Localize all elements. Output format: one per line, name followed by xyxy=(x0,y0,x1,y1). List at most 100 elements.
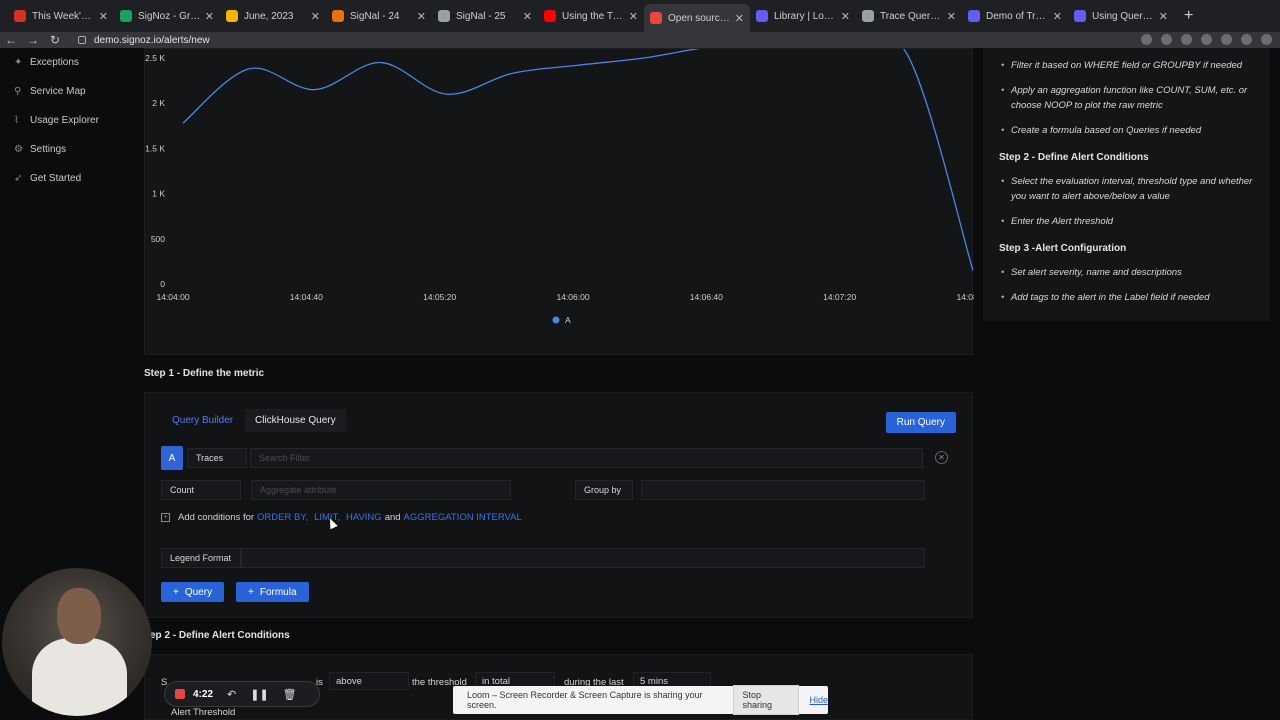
browser-tab[interactable]: SigNal - 25 ✕ xyxy=(432,4,538,28)
extension-icon[interactable] xyxy=(1181,34,1192,45)
new-tab-icon[interactable]: + xyxy=(1184,7,1193,25)
expand-conditions-icon[interactable]: + xyxy=(161,513,170,522)
browser-tab[interactable]: Library | Loom ✕ xyxy=(750,4,856,28)
legend-marker xyxy=(552,316,560,324)
tab-close-icon[interactable]: ✕ xyxy=(417,10,426,23)
screen-share-banner: Loom – Screen Recorder & Screen Capture … xyxy=(453,685,828,715)
chart-icon: ⌇ xyxy=(14,115,19,126)
threshold-op-select[interactable]: above xyxy=(329,672,409,690)
browser-tab[interactable]: Using the Trace ✕ xyxy=(538,4,644,28)
extension-icon[interactable] xyxy=(1201,34,1212,45)
browser-tab[interactable]: Open source Ob ✕ xyxy=(644,4,750,32)
tab-favicon-icon xyxy=(968,10,980,22)
hide-link[interactable]: Hide xyxy=(809,695,828,705)
extension-icon[interactable] xyxy=(1141,34,1152,45)
having-link[interactable]: HAVING xyxy=(346,512,382,523)
legend-format-input[interactable] xyxy=(241,548,925,568)
aggregate-attribute-input[interactable]: Aggregate attribute xyxy=(251,480,511,500)
stop-recording-icon[interactable] xyxy=(175,689,185,699)
tab-label: Library | Loom xyxy=(774,10,837,22)
tab-close-icon[interactable]: ✕ xyxy=(205,10,214,23)
run-query-button[interactable]: Run Query xyxy=(885,412,956,433)
tab-close-icon[interactable]: ✕ xyxy=(629,10,638,23)
extension-icon[interactable] xyxy=(1221,34,1232,45)
sidebar-item-service-map[interactable]: ⚲ Service Map xyxy=(0,77,134,106)
y-tick-label: 2.5 K xyxy=(145,53,165,63)
tab-label: Using Query Buil xyxy=(1092,10,1155,22)
help-step3-title: Step 3 -Alert Configuration xyxy=(999,243,1127,254)
tab-clickhouse-query[interactable]: ClickHouse Query xyxy=(245,409,346,432)
browser-tab[interactable]: This Week's Best ✕ xyxy=(8,4,114,28)
aggregate-operator-select[interactable]: Count xyxy=(161,480,241,500)
y-tick-label: 1.5 K xyxy=(145,143,165,153)
browser-tab[interactable]: SigNoz - Growth ✕ xyxy=(114,4,220,28)
site-info-icon[interactable] xyxy=(78,36,86,44)
group-by-label: Group by xyxy=(575,480,633,500)
aggregation-interval-link[interactable]: AGGREGATION INTERVAL xyxy=(404,512,522,523)
series-line xyxy=(182,49,974,271)
alert-help-panel: Filter it based on WHERE field or GROUPB… xyxy=(983,48,1270,321)
search-filter-input[interactable]: Search Filter xyxy=(250,448,923,468)
tab-favicon-icon xyxy=(650,12,662,24)
sidebar-item-settings[interactable]: ⚙ Settings xyxy=(0,135,134,164)
url-text: demo.signoz.io/alerts/new xyxy=(94,34,210,46)
tab-close-icon[interactable]: ✕ xyxy=(311,10,320,23)
stop-sharing-button[interactable]: Stop sharing xyxy=(733,685,800,715)
sidebar-item-exceptions[interactable]: ✦ Exceptions xyxy=(0,48,134,77)
x-tick-label: 14:07:20 xyxy=(823,292,856,302)
help-list-item: Enter the Alert threshold xyxy=(1001,214,1254,229)
group-by-input[interactable] xyxy=(641,480,925,500)
tab-query-builder[interactable]: Query Builder xyxy=(172,415,233,426)
help-step2-list: Select the evaluation interval, threshol… xyxy=(999,174,1254,229)
tab-close-icon[interactable]: ✕ xyxy=(99,10,108,23)
tab-favicon-icon xyxy=(756,10,768,22)
browser-tab[interactable]: Trace Query Buil ✕ xyxy=(856,4,962,28)
browser-tab[interactable]: Using Query Buil ✕ xyxy=(1068,4,1174,28)
url-field[interactable]: demo.signoz.io/alerts/new xyxy=(78,35,210,46)
tab-label: SigNal - 25 xyxy=(456,10,506,22)
sidebar-item-get-started[interactable]: ➶ Get Started xyxy=(0,164,134,193)
remove-query-icon[interactable]: ✕ xyxy=(935,451,948,464)
query-builder-card: Query Builder ClickHouse Query Run Query… xyxy=(144,392,973,618)
browser-tab[interactable]: SigNal - 24 ✕ xyxy=(326,4,432,28)
restart-icon[interactable]: ↶ xyxy=(227,688,236,701)
line-chart: 0 500 1 K 1.5 K 2 K 2.5 K 14:04:00 14:04:40 14:0… xyxy=(145,49,974,325)
tab-favicon-icon xyxy=(332,10,344,22)
plus-icon: + xyxy=(173,586,179,598)
tab-label: Trace Query Buil xyxy=(880,10,943,22)
data-source-select[interactable]: Traces xyxy=(187,448,247,468)
tab-close-icon[interactable]: ✕ xyxy=(1159,10,1168,23)
y-tick-label: 0 xyxy=(160,279,165,289)
reload-icon[interactable]: ↻ xyxy=(44,33,66,47)
browser-tab[interactable]: June, 2023 ✕ xyxy=(220,4,326,28)
x-tick-label: 14:04:00 xyxy=(156,292,189,302)
tab-close-icon[interactable]: ✕ xyxy=(947,10,956,23)
tab-favicon-icon xyxy=(1074,10,1086,22)
step1-title: Step 1 - Define the metric xyxy=(144,368,265,379)
sidebar-item-usage-explorer[interactable]: ⌇ Usage Explorer xyxy=(0,106,134,135)
profile-icon[interactable] xyxy=(1241,34,1252,45)
order-by-link[interactable]: ORDER BY, xyxy=(257,512,308,523)
tab-close-icon[interactable]: ✕ xyxy=(735,12,744,25)
add-query-button[interactable]: + Query xyxy=(161,582,225,602)
menu-icon[interactable] xyxy=(1261,34,1272,45)
trash-icon[interactable]: 🗑 xyxy=(283,688,297,701)
pause-icon[interactable]: ❚❚ xyxy=(250,688,268,701)
extension-icon[interactable] xyxy=(1161,34,1172,45)
add-formula-button[interactable]: + Formula xyxy=(236,582,309,602)
bug-icon: ✦ xyxy=(14,57,23,68)
tab-close-icon[interactable]: ✕ xyxy=(841,10,850,23)
sidebar-item-label: Exceptions xyxy=(30,57,79,68)
browser-tab[interactable]: Demo of Trace Q ✕ xyxy=(962,4,1068,28)
forward-icon[interactable]: → xyxy=(22,33,44,47)
y-tick-label: 2 K xyxy=(152,98,165,108)
map-icon: ⚲ xyxy=(14,86,22,97)
query-letter-badge[interactable]: A xyxy=(161,446,183,470)
tab-close-icon[interactable]: ✕ xyxy=(1053,10,1062,23)
address-bar: ← → ↻ demo.signoz.io/alerts/new xyxy=(0,32,1280,48)
back-icon[interactable]: ← xyxy=(0,33,22,47)
tab-close-icon[interactable]: ✕ xyxy=(523,10,532,23)
tab-favicon-icon xyxy=(226,10,238,22)
help-intro-list: Filter it based on WHERE field or GROUPB… xyxy=(999,58,1254,138)
alert-threshold-label: Alert Threshold xyxy=(171,707,236,718)
